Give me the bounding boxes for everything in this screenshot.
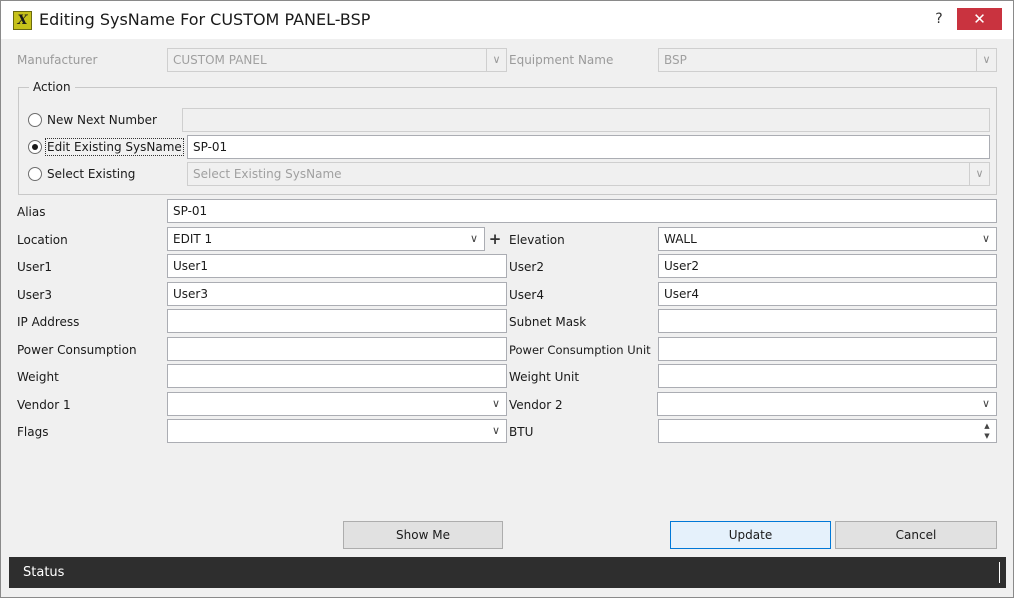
- radio-selected-dot: [32, 144, 38, 150]
- equipment-name-label: Equipment Name: [509, 53, 614, 67]
- flags-combo[interactable]: ∨: [167, 419, 507, 443]
- weight-field[interactable]: [167, 364, 507, 388]
- chevron-down-icon[interactable]: ∨: [976, 228, 996, 250]
- alias-label: Alias: [17, 205, 46, 219]
- user3-label: User3: [17, 288, 52, 302]
- power-consumption-unit-label: Power Consumption Unit: [509, 343, 651, 357]
- alias-field[interactable]: SP-01: [167, 199, 997, 223]
- app-logo-icon: X: [13, 11, 32, 30]
- vendor2-label: Vendor 2: [509, 398, 563, 412]
- plus-icon[interactable]: +: [488, 230, 502, 248]
- flags-label: Flags: [17, 425, 49, 439]
- user2-label: User2: [509, 260, 544, 274]
- subnet-mask-label: Subnet Mask: [509, 315, 587, 329]
- location-label: Location: [17, 233, 68, 247]
- vendor1-combo[interactable]: ∨: [167, 392, 507, 416]
- equipment-name-value: BSP: [664, 53, 687, 67]
- spin-up-down-icon[interactable]: ▲ ▼: [978, 420, 996, 442]
- edit-existing-value: SP-01: [193, 140, 228, 154]
- chevron-down-icon[interactable]: ∨: [486, 393, 506, 415]
- status-separator: [999, 562, 1000, 583]
- weight-unit-field[interactable]: [658, 364, 997, 388]
- edit-existing-field[interactable]: SP-01: [187, 135, 990, 159]
- power-consumption-field[interactable]: [167, 337, 507, 361]
- chevron-down-icon[interactable]: ∨: [976, 393, 996, 415]
- equipment-name-combo[interactable]: BSP ∨: [658, 48, 997, 72]
- elevation-label: Elevation: [509, 233, 565, 247]
- update-button[interactable]: Update: [670, 521, 831, 549]
- new-next-number-label[interactable]: New Next Number: [47, 113, 157, 127]
- action-group-title: Action: [29, 80, 75, 94]
- user3-field[interactable]: User3: [167, 282, 507, 306]
- alias-value: SP-01: [173, 204, 208, 218]
- cancel-button[interactable]: Cancel: [835, 521, 997, 549]
- select-existing-radio[interactable]: [28, 167, 42, 181]
- vendor2-combo[interactable]: ∨: [657, 392, 997, 416]
- edit-existing-label[interactable]: Edit Existing SysName: [45, 138, 184, 156]
- new-next-number-field[interactable]: [182, 108, 990, 132]
- user4-field[interactable]: User4: [658, 282, 997, 306]
- select-existing-placeholder: Select Existing SysName: [193, 167, 342, 181]
- user1-field[interactable]: User1: [167, 254, 507, 278]
- weight-label: Weight: [17, 370, 59, 384]
- user4-value: User4: [664, 287, 699, 301]
- user3-value: User3: [173, 287, 208, 301]
- chevron-down-icon[interactable]: ∨: [486, 420, 506, 442]
- weight-unit-label: Weight Unit: [509, 370, 580, 384]
- show-me-button[interactable]: Show Me: [343, 521, 503, 549]
- manufacturer-value: CUSTOM PANEL: [173, 53, 267, 67]
- user2-field[interactable]: User2: [658, 254, 997, 278]
- power-consumption-unit-field[interactable]: [658, 337, 997, 361]
- subnet-mask-field[interactable]: [658, 309, 997, 333]
- btu-spinbox[interactable]: ▲ ▼: [658, 419, 997, 443]
- user1-label: User1: [17, 260, 52, 274]
- window-title: Editing SysName For CUSTOM PANEL-BSP: [39, 10, 371, 29]
- manufacturer-combo[interactable]: CUSTOM PANEL ∨: [167, 48, 507, 72]
- chevron-down-icon[interactable]: ∨: [976, 49, 996, 71]
- user2-value: User2: [664, 259, 699, 273]
- help-button[interactable]: ?: [929, 9, 949, 29]
- manufacturer-label: Manufacturer: [17, 53, 98, 67]
- close-button[interactable]: ✕: [957, 8, 1002, 30]
- elevation-value: WALL: [664, 232, 697, 246]
- select-existing-combo[interactable]: Select Existing SysName ∨: [187, 162, 990, 186]
- user1-value: User1: [173, 259, 208, 273]
- ip-address-field[interactable]: [167, 309, 507, 333]
- location-combo[interactable]: EDIT 1 ∨: [167, 227, 485, 251]
- new-next-number-radio[interactable]: [28, 113, 42, 127]
- status-text: Status: [23, 565, 65, 580]
- user4-label: User4: [509, 288, 544, 302]
- location-value: EDIT 1: [173, 232, 213, 246]
- dialog-window: X Editing SysName For CUSTOM PANEL-BSP ?…: [0, 0, 1014, 598]
- status-bar: Status: [9, 557, 1006, 588]
- edit-existing-radio[interactable]: [28, 140, 42, 154]
- elevation-combo[interactable]: WALL ∨: [658, 227, 997, 251]
- chevron-down-icon[interactable]: ∨: [486, 49, 506, 71]
- chevron-down-icon[interactable]: ∨: [464, 228, 484, 250]
- chevron-down-icon[interactable]: ∨: [969, 163, 989, 185]
- btu-label: BTU: [509, 425, 534, 439]
- power-consumption-label: Power Consumption: [17, 343, 137, 357]
- select-existing-label[interactable]: Select Existing: [47, 167, 135, 181]
- title-bar[interactable]: X Editing SysName For CUSTOM PANEL-BSP ?…: [1, 1, 1013, 39]
- ip-address-label: IP Address: [17, 315, 80, 329]
- vendor1-label: Vendor 1: [17, 398, 71, 412]
